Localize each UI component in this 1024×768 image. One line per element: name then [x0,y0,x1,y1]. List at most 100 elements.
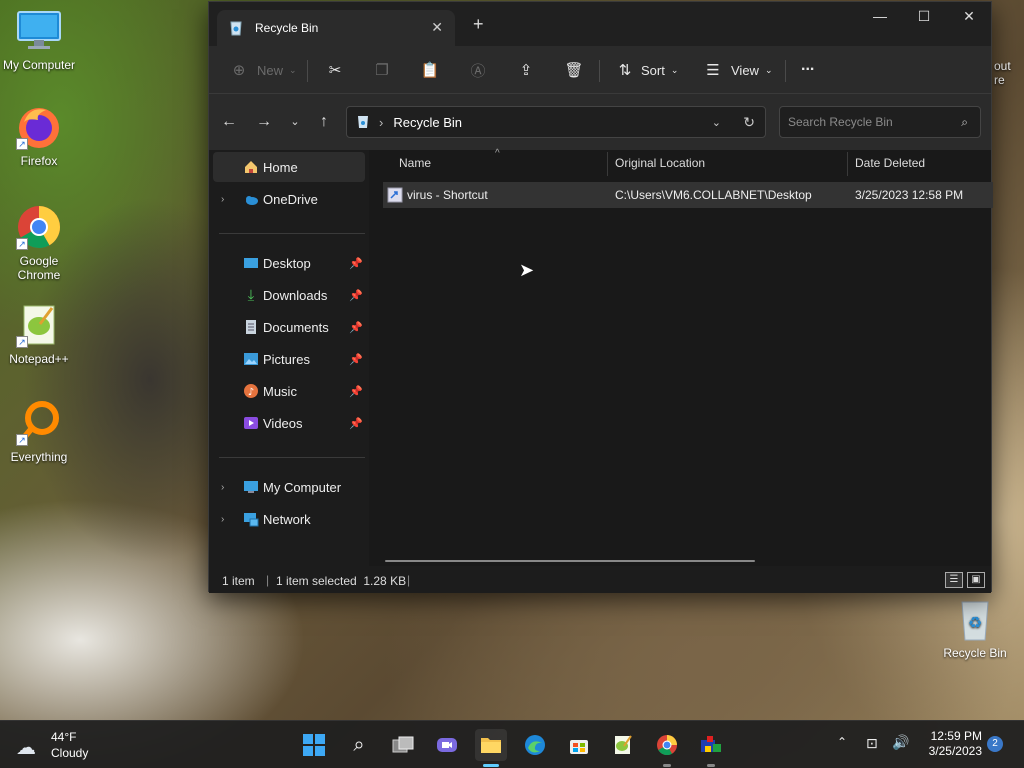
sidebar-item-network[interactable]: › Network [213,504,365,534]
sort-button[interactable]: ⇅ Sort ⌄ [615,58,679,82]
recent-locations-chevron-icon[interactable]: ⌄ [285,112,305,132]
share-button[interactable]: ⇪ [516,58,536,82]
column-separator[interactable] [847,152,848,176]
taskbar-edge[interactable] [519,729,551,761]
status-divider: | [407,573,411,587]
search-placeholder: Search Recycle Bin [788,115,893,129]
close-window-icon[interactable]: ✕ [954,8,984,28]
status-divider: | [266,573,270,587]
sidebar-item-pictures[interactable]: Pictures 📌 [213,344,365,374]
app-icon [701,736,721,752]
pin-icon[interactable]: 📌 [349,257,363,270]
pin-icon[interactable]: 📌 [349,385,363,398]
sidebar-item-onedrive[interactable]: › OneDrive [213,184,365,214]
new-button[interactable]: ⊕ New ⌄ [229,58,297,82]
large-icons-view-icon[interactable]: ▣ [967,572,985,588]
desktop-icon-google-chrome[interactable]: ↗ Google Chrome [1,204,77,282]
rename-button[interactable]: Ⓐ [468,58,488,82]
date-deleted: 3/25/2023 12:58 PM [855,188,964,202]
minimize-icon[interactable]: — [865,8,895,28]
desktop-icon-recycle-bin[interactable]: ♻ Recycle Bin [937,596,1013,660]
music-icon: ♪ [243,383,259,399]
column-header-date-deleted[interactable]: Date Deleted [855,156,925,170]
address-dropdown-icon[interactable]: ⌄ [712,116,721,129]
maximize-icon[interactable]: ☐ [909,8,939,28]
more-options-button[interactable]: ... [801,54,814,78]
file-name: virus - Shortcut [407,188,488,202]
task-view-button[interactable] [387,729,419,761]
delete-button[interactable]: 🗑 [564,58,584,82]
taskbar-app[interactable] [695,729,727,767]
cut-button[interactable]: ✂ [325,58,345,82]
trash-icon: 🗑 [564,62,584,79]
expand-chevron-icon[interactable]: › [221,482,224,493]
recycle-bin-icon [229,20,243,36]
taskbar-store[interactable] [563,729,595,761]
taskbar-file-explorer[interactable] [475,729,507,767]
horizontal-scrollbar[interactable] [385,560,755,562]
shortcut-arrow-icon: ↗ [16,238,28,250]
search-icon[interactable]: ⌕ [961,115,968,130]
clock[interactable]: 12:59 PM 3/25/2023 [920,729,982,759]
edge-icon [525,735,545,755]
pin-icon[interactable]: 📌 [349,321,363,334]
desktop-icon-notepad-plus-plus[interactable]: ↗ Notepad++ [1,302,77,366]
desktop-icon-my-computer[interactable]: My Computer [1,8,77,72]
start-button[interactable] [298,729,330,761]
expand-chevron-icon[interactable]: › [221,514,224,525]
desktop-icon-everything[interactable]: ↗ Everything [1,400,77,464]
column-header-name[interactable]: Name [399,156,431,170]
chrome-icon: ↗ [16,204,62,250]
scissors-icon: ✂ [328,62,342,79]
sidebar-item-my-computer[interactable]: › My Computer [213,472,365,502]
column-separator[interactable] [607,152,608,176]
up-arrow-icon[interactable]: ↑ [314,112,334,132]
file-list-pane: Name ^ Original Location Date Deleted vi… [369,148,993,566]
column-header-original-location[interactable]: Original Location [615,156,705,170]
sidebar-item-downloads[interactable]: ⤓ Downloads 📌 [213,280,365,310]
tab-recycle-bin[interactable]: Recycle Bin ✕ [217,10,455,46]
desktop-icon-label: Firefox [20,154,58,168]
network-status-icon[interactable]: ⊡ [866,735,878,752]
taskbar-notepad-plus-plus[interactable] [607,729,639,761]
everything-search-icon: ↗ [16,400,62,446]
sidebar-item-documents[interactable]: Documents 📌 [213,312,365,342]
search-input[interactable]: Search Recycle Bin ⌕ [779,106,981,138]
volume-icon[interactable]: 🔊 [892,734,909,751]
expand-chevron-icon[interactable]: › [221,194,224,205]
desktop-icon-firefox[interactable]: ↗ Firefox [1,104,77,168]
forward-arrow-icon[interactable]: → [254,112,274,132]
show-hidden-icons-chevron-icon[interactable]: ⌃ [837,735,847,749]
clipboard-icon: 📋 [420,62,440,79]
pin-icon[interactable]: 📌 [349,289,363,302]
sidebar-item-desktop[interactable]: Desktop 📌 [213,248,365,278]
svg-text:♻: ♻ [968,613,982,632]
tab-close-icon[interactable]: ✕ [431,19,443,36]
notification-badge[interactable]: 2 [987,736,1003,752]
back-arrow-icon[interactable]: ← [219,112,239,132]
original-location: C:\Users\VM6.COLLABNET\Desktop [615,188,812,202]
breadcrumb[interactable]: Recycle Bin [393,115,462,130]
pin-icon[interactable]: 📌 [349,417,363,430]
sidebar-item-label: Documents [263,319,329,335]
sidebar-item-label: Network [263,511,311,527]
copy-button[interactable]: ❐ [372,58,392,82]
pin-icon[interactable]: 📌 [349,353,363,366]
new-tab-icon[interactable]: + [473,14,484,35]
taskbar-chrome[interactable] [651,729,683,767]
running-indicator [707,764,715,767]
sidebar-item-videos[interactable]: Videos 📌 [213,408,365,438]
address-bar[interactable]: › Recycle Bin ⌄ ↻ [346,106,766,138]
weather-widget[interactable]: ☁ 44°F Cloudy [14,729,134,763]
sidebar-item-home[interactable]: Home [213,152,365,182]
table-row[interactable]: virus - Shortcut C:\Users\VM6.COLLABNET\… [383,182,993,208]
desktop-icon-label: Recycle Bin [943,646,1007,660]
partial-text-1: out [994,59,1011,73]
paste-button[interactable]: 📋 [420,58,440,82]
sidebar-item-music[interactable]: ♪ Music 📌 [213,376,365,406]
details-view-icon[interactable]: ☰ [945,572,963,588]
refresh-icon[interactable]: ↻ [743,114,755,131]
view-button[interactable]: ☰ View ⌄ [703,58,772,82]
taskbar-search-button[interactable]: ⌕ [343,729,375,761]
chat-button[interactable] [431,729,463,761]
